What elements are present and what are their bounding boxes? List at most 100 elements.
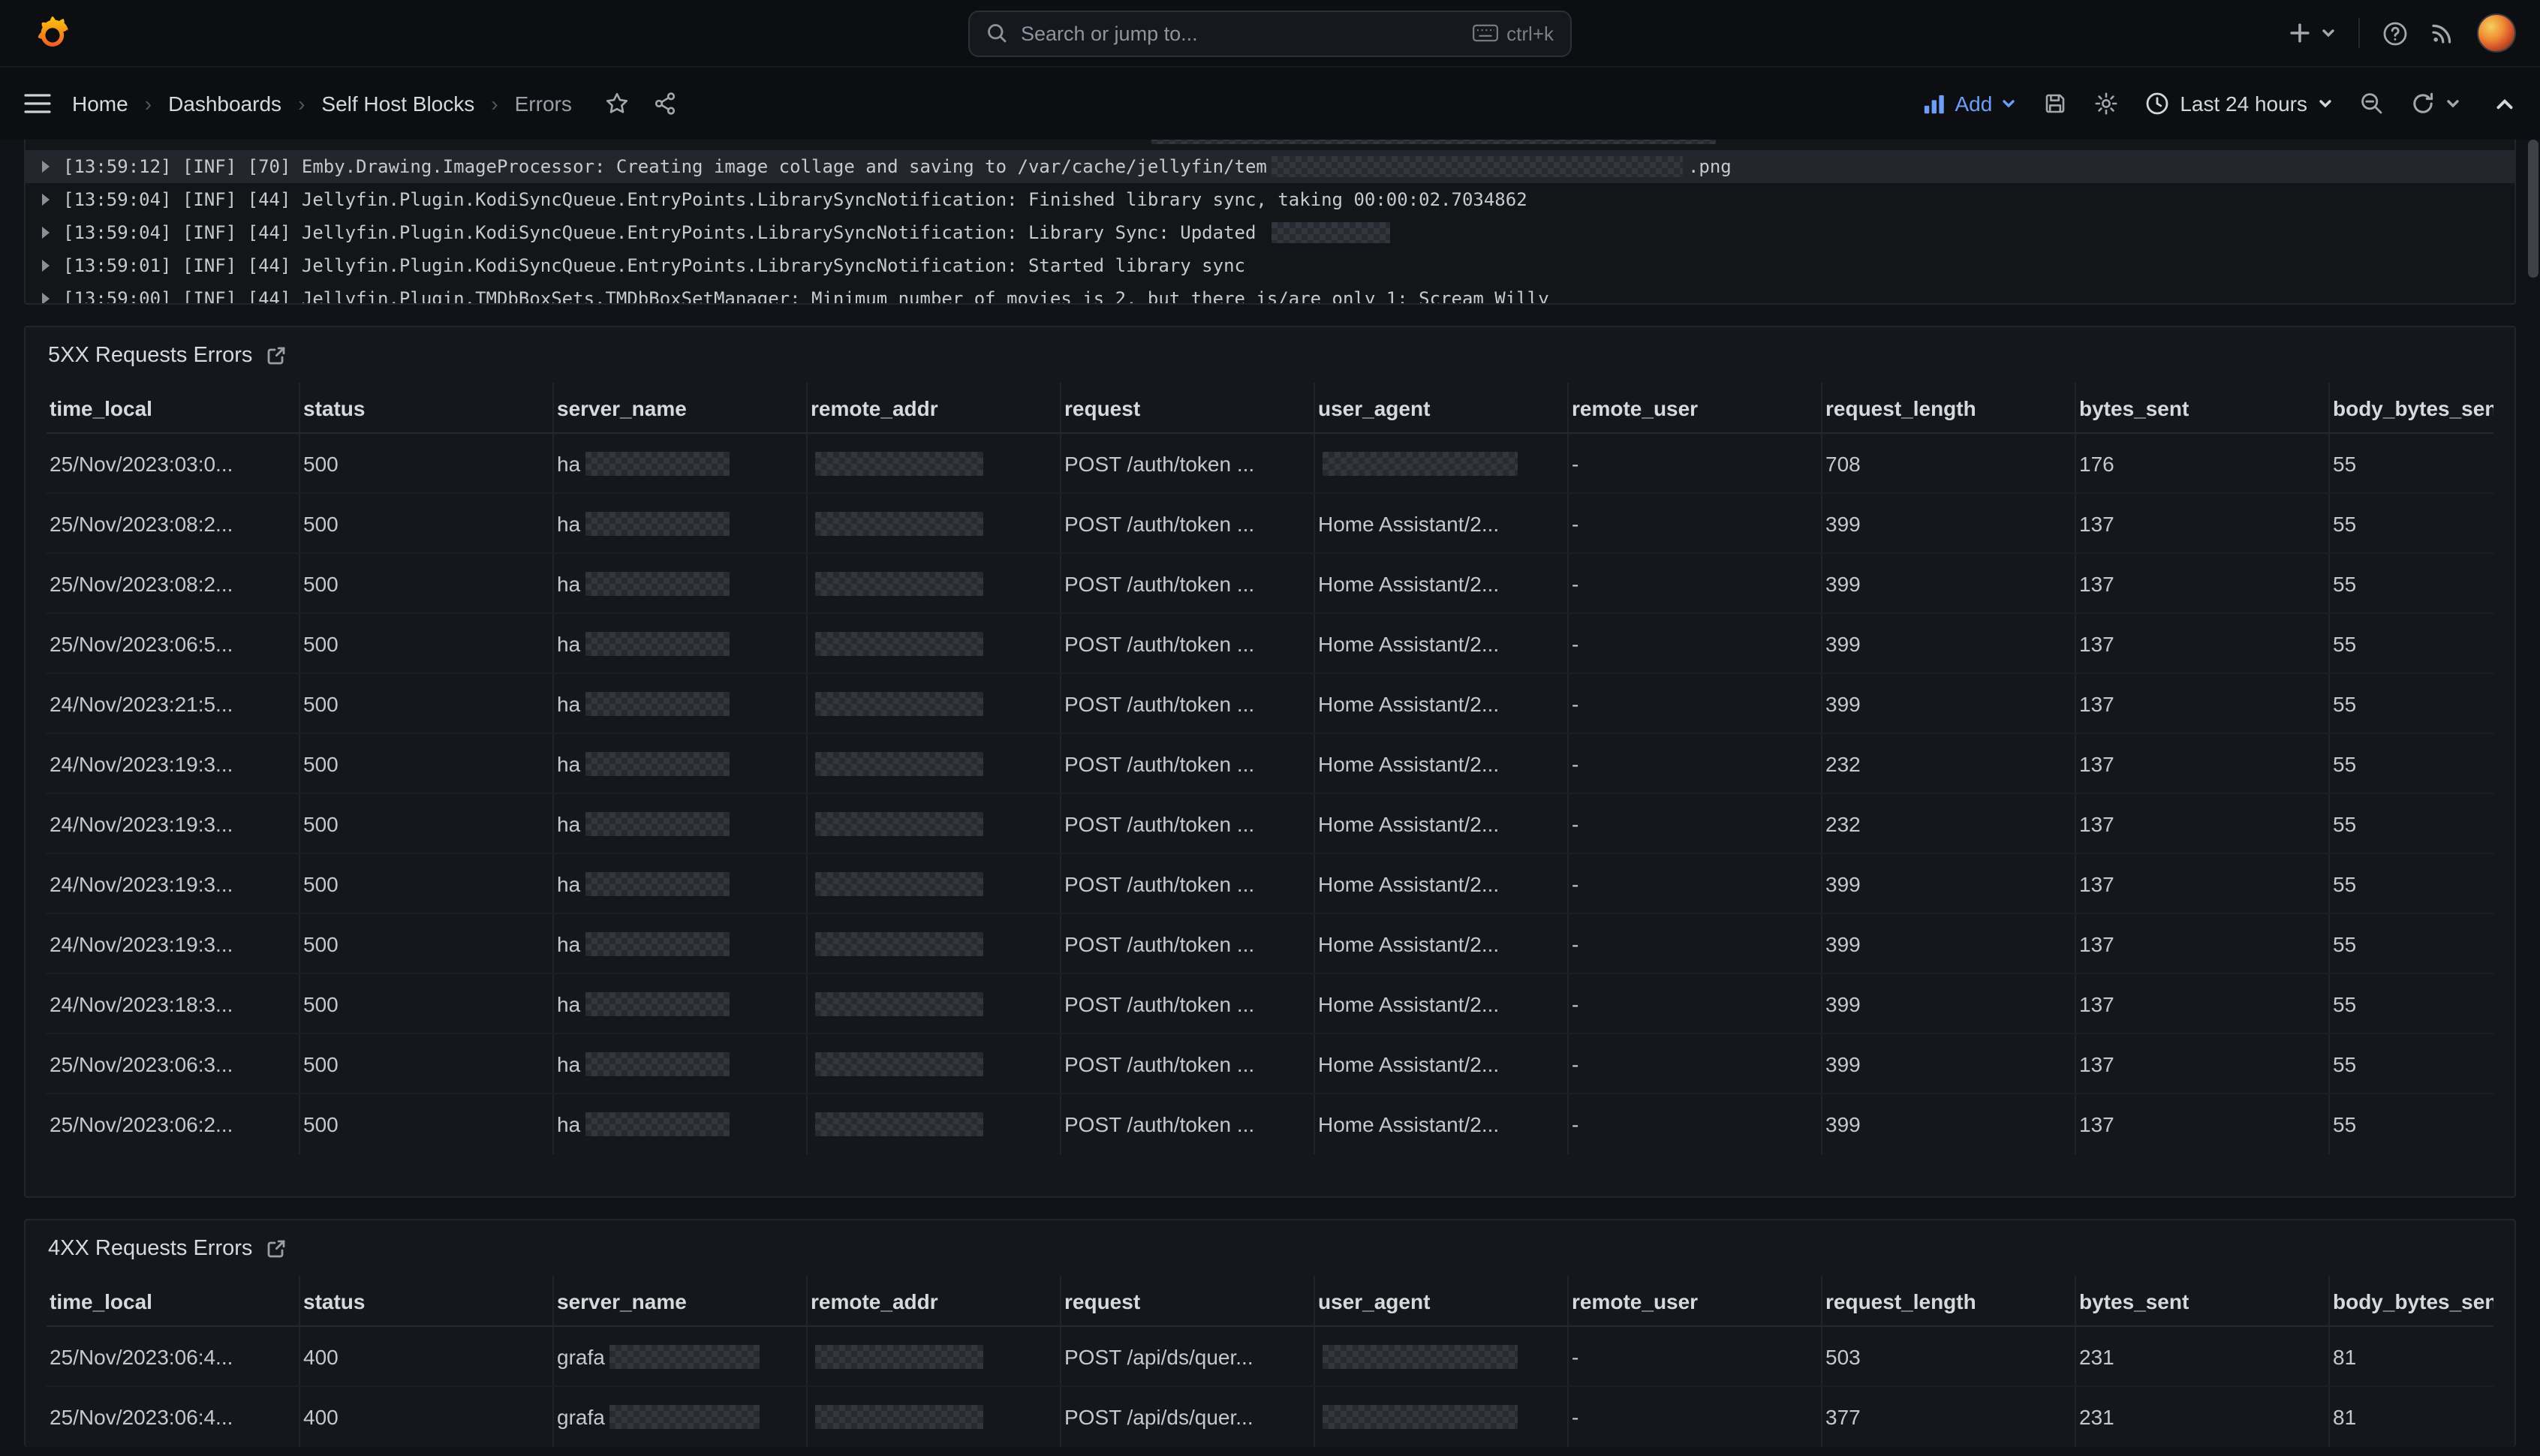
table-cell: Home Assistant/2... [1315,734,1569,793]
table-cell: 55 [2330,494,2493,552]
expand-chevron-icon[interactable] [42,293,50,305]
column-header[interactable]: request_length [1822,1276,2076,1325]
top-bar: Search or jump to... ctrl+k [0,0,2540,68]
table-cell: - [1569,554,1822,612]
column-header[interactable]: request [1061,1276,1315,1325]
new-add-button[interactable] [2288,21,2312,45]
breadcrumb-home[interactable]: Home [72,92,128,116]
table-cell: 399 [1822,974,2076,1033]
log-line[interactable]: [13:59:00] [INF] [44] Jellyfin.Plugin.TM… [26,282,2514,305]
column-header[interactable]: body_bytes_sent [2330,1276,2493,1325]
table-cell [808,974,1061,1033]
mega-menu-button[interactable] [24,93,51,114]
table-cell: 137 [2076,674,2330,733]
expand-chevron-icon[interactable] [42,260,50,272]
redacted-text [815,991,983,1015]
redacted-text [1272,156,1684,177]
column-header[interactable]: bytes_sent [2076,1276,2330,1325]
page-scrollbar[interactable] [2528,140,2538,278]
new-menu-caret[interactable] [2321,26,2336,41]
column-header[interactable]: request [1061,383,1315,432]
dashboard-settings-button[interactable] [2094,92,2118,116]
table-cell [1315,434,1569,492]
breadcrumb-dashboards[interactable]: Dashboards [168,92,281,116]
column-header[interactable]: status [300,383,554,432]
zoom-out-button[interactable] [2360,92,2384,116]
log-line[interactable]: [13:59:04] [INF] [44] Jellyfin.Plugin.Ko… [26,216,2514,249]
table-cell: 399 [1822,1094,2076,1154]
column-header[interactable]: remote_addr [808,383,1061,432]
user-avatar[interactable] [2477,14,2516,53]
column-header[interactable]: remote_user [1569,1276,1822,1325]
breadcrumb-dashboard-name[interactable]: Self Host Blocks [321,92,474,116]
column-header[interactable]: status [300,1276,554,1325]
table-cell: 500 [300,434,554,492]
column-header[interactable]: server_name [554,1276,808,1325]
share-button[interactable] [653,92,677,116]
column-header[interactable]: time_local [47,1276,300,1325]
table-cell [808,674,1061,733]
log-line[interactable]: [13:59:01] [INF] [44] Jellyfin.Plugin.Ko… [26,249,2514,282]
table-cell: 55 [2330,434,2493,492]
collapse-toolbar-button[interactable] [2493,92,2516,115]
table-cell: 24/Nov/2023:19:3... [47,734,300,793]
toolbar-right: Add Last [1923,92,2516,116]
news-rss-button[interactable] [2430,21,2454,45]
table-cell: POST /auth/token ... [1061,914,1315,973]
column-header[interactable]: remote_user [1569,383,1822,432]
table-cell: 24/Nov/2023:19:3... [47,794,300,853]
table-cell: 24/Nov/2023:21:5... [47,674,300,733]
table-cell: 708 [1822,434,2076,492]
column-header[interactable]: request_length [1822,383,2076,432]
save-icon [2043,92,2067,116]
table-header-row: time_localstatusserver_nameremote_addrre… [47,1276,2493,1327]
column-header[interactable]: server_name [554,383,808,432]
redacted-text [585,631,729,655]
redacted-text [585,751,729,775]
table-cell: - [1569,794,1822,853]
table-cell: 176 [2076,434,2330,492]
log-line[interactable] [26,140,2514,150]
expand-chevron-icon[interactable] [42,227,50,239]
log-line[interactable]: [13:59:04] [INF] [44] Jellyfin.Plugin.Ko… [26,183,2514,216]
table-cell: 81 [2330,1387,2493,1447]
search-icon [986,23,1007,44]
column-header[interactable]: bytes_sent [2076,383,2330,432]
column-header[interactable]: user_agent [1315,1276,1569,1325]
panel-title[interactable]: 5XX Requests Errors [48,343,252,367]
table-cell: 137 [2076,974,2330,1033]
table-cell: Home Assistant/2... [1315,614,1569,672]
table-cell: ha [554,614,808,672]
column-header[interactable]: body_bytes_sent [2330,383,2493,432]
help-button[interactable] [2382,20,2408,46]
table-cell: 399 [1822,494,2076,552]
search-container: Search or jump to... ctrl+k [968,10,1572,56]
table-wrap: time_localstatusserver_nameremote_addrre… [26,383,2514,1196]
panel-external-link-button[interactable] [266,344,287,366]
panel-external-link-button[interactable] [266,1238,287,1259]
table-cell: ha [554,734,808,793]
save-dashboard-button[interactable] [2043,92,2067,116]
column-header[interactable]: remote_addr [808,1276,1061,1325]
time-range-picker[interactable]: Last 24 hours [2145,92,2333,116]
expand-chevron-icon[interactable] [42,194,50,206]
search-input[interactable]: Search or jump to... ctrl+k [968,10,1572,56]
table-cell: grafa [554,1327,808,1385]
table-cell: 399 [1822,554,2076,612]
favorite-button[interactable] [605,92,629,116]
log-line[interactable]: [13:59:12] [INF] [70] Emby.Drawing.Image… [26,150,2514,183]
add-panel-button[interactable]: Add [1923,92,2016,116]
expand-chevron-icon[interactable] [42,161,50,173]
table-cell: POST /api/ds/quer... [1061,1327,1315,1385]
table-cell: 500 [300,494,554,552]
panel-title[interactable]: 4XX Requests Errors [48,1236,252,1260]
table-cell: 500 [300,674,554,733]
table-cell: Home Assistant/2... [1315,914,1569,973]
table-row: 25/Nov/2023:03:0...500haPOST /auth/token… [47,434,2493,494]
grafana-logo-icon[interactable] [33,14,72,53]
table-cell: POST /auth/token ... [1061,734,1315,793]
column-header[interactable]: user_agent [1315,383,1569,432]
refresh-interval-caret[interactable] [2445,96,2460,111]
refresh-button[interactable] [2411,92,2435,116]
column-header[interactable]: time_local [47,383,300,432]
